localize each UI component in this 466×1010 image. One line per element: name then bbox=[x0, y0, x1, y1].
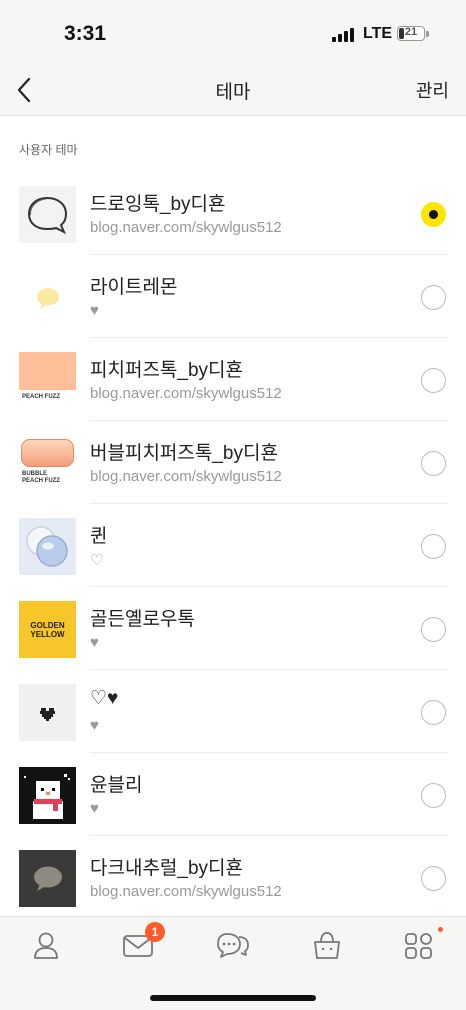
thumbnail-label: PEACH FUZZ bbox=[22, 394, 60, 400]
notification-dot bbox=[438, 927, 443, 932]
theme-radio[interactable] bbox=[421, 451, 446, 476]
theme-item[interactable]: ♡♥ ♥ bbox=[0, 670, 466, 753]
theme-subtitle: ♥ bbox=[90, 302, 99, 319]
theme-name: 피치퍼즈톡_by디횬 bbox=[90, 360, 243, 381]
network-label: LTE bbox=[363, 25, 393, 42]
theme-subtitle: ♥ bbox=[90, 800, 99, 817]
status-bar: 3:31 LTE 21 bbox=[0, 0, 466, 70]
theme-thumbnail bbox=[19, 518, 76, 575]
theme-name: 다크내추럴_by디횬 bbox=[90, 858, 243, 879]
theme-radio[interactable] bbox=[421, 617, 446, 642]
thumbnail-label: BUBBLE bbox=[22, 471, 47, 477]
theme-item[interactable]: 퀸 ♡ bbox=[0, 504, 466, 587]
section-label: 사용자 테마 bbox=[19, 143, 78, 157]
theme-thumbnail: PEACH FUZZ bbox=[19, 352, 76, 409]
top-area: 3:31 LTE 21 테마 관리 bbox=[0, 0, 466, 116]
pixel-heart-icon bbox=[40, 708, 55, 721]
theme-name: 골든옐로우톡 bbox=[90, 609, 195, 630]
tab-friends[interactable] bbox=[26, 925, 66, 965]
theme-item[interactable]: 드로잉톡_by디횬 blog.naver.com/skywlgus512 bbox=[0, 172, 466, 255]
theme-radio[interactable] bbox=[421, 368, 446, 393]
manage-button[interactable]: 관리 bbox=[416, 77, 449, 103]
theme-thumbnail bbox=[19, 767, 76, 824]
theme-subtitle: ♥ bbox=[90, 634, 99, 651]
openchat-icon bbox=[217, 933, 249, 958]
theme-name: 윤블리 bbox=[90, 775, 143, 796]
nav-bar: 테마 관리 bbox=[0, 70, 466, 110]
more-icon bbox=[405, 933, 432, 959]
theme-radio[interactable] bbox=[421, 700, 446, 725]
snowman-icon bbox=[24, 774, 70, 819]
thumbnail-label: GOLDEN bbox=[30, 621, 65, 630]
theme-item[interactable]: BUBBLE PEACH FUZZ 버블피치퍼즈톡_by디횬 blog.nave… bbox=[0, 421, 466, 504]
sketch-bubble-icon bbox=[27, 196, 68, 235]
theme-list: 드로잉톡_by디횬 blog.naver.com/skywlgus512 라이트… bbox=[0, 172, 466, 919]
theme-item[interactable]: GOLDEN YELLOW 골든옐로우톡 ♥ bbox=[0, 587, 466, 670]
theme-thumbnail bbox=[19, 269, 76, 326]
theme-subtitle: blog.naver.com/skywlgus512 bbox=[90, 883, 282, 900]
home-indicator bbox=[150, 995, 316, 1001]
theme-thumbnail: GOLDEN YELLOW bbox=[19, 601, 76, 658]
shopping-icon bbox=[314, 932, 340, 959]
theme-thumbnail bbox=[19, 850, 76, 907]
theme-subtitle: ♥ bbox=[90, 717, 99, 734]
theme-item[interactable]: 다크내추럴_by디횬 blog.naver.com/skywlgus512 bbox=[0, 836, 466, 919]
tab-openchat[interactable] bbox=[213, 925, 253, 965]
status-time: 3:31 bbox=[64, 22, 107, 45]
theme-subtitle: blog.naver.com/skywlgus512 bbox=[90, 468, 282, 485]
theme-radio[interactable] bbox=[421, 534, 446, 559]
chat-badge: 1 bbox=[145, 922, 165, 942]
theme-subtitle: blog.naver.com/skywlgus512 bbox=[90, 219, 282, 236]
friends-icon bbox=[34, 932, 58, 959]
theme-item[interactable]: PEACH FUZZ 피치퍼즈톡_by디횬 blog.naver.com/sky… bbox=[0, 338, 466, 421]
theme-name: 버블피치퍼즈톡_by디횬 bbox=[90, 443, 278, 464]
theme-subtitle: ♡ bbox=[90, 552, 104, 569]
glass-bubble-icon bbox=[26, 526, 68, 567]
thumbnail-label: PEACH FUZZ bbox=[22, 478, 60, 484]
theme-thumbnail bbox=[19, 186, 76, 243]
theme-name: 퀸 bbox=[90, 526, 108, 547]
tab-more[interactable] bbox=[399, 925, 439, 965]
page-title: 테마 bbox=[215, 82, 251, 103]
tab-shopping[interactable] bbox=[307, 925, 347, 965]
theme-name: ♡♥ bbox=[90, 688, 119, 709]
theme-item[interactable]: 라이트레몬 ♥ bbox=[0, 255, 466, 338]
theme-name: 드로잉톡_by디횬 bbox=[90, 194, 226, 215]
lemon-bubble-icon bbox=[37, 288, 59, 309]
battery-tip bbox=[426, 31, 429, 37]
theme-radio[interactable] bbox=[421, 866, 446, 891]
thumbnail-label: YELLOW bbox=[30, 630, 65, 639]
tab-bar: 1 bbox=[0, 916, 466, 1010]
battery-level: 21 bbox=[404, 26, 418, 38]
theme-name: 라이트레몬 bbox=[90, 277, 178, 298]
theme-item[interactable]: 윤블리 ♥ bbox=[0, 753, 466, 836]
theme-radio-selected[interactable] bbox=[421, 202, 446, 227]
theme-radio[interactable] bbox=[421, 783, 446, 808]
theme-radio[interactable] bbox=[421, 285, 446, 310]
battery-icon: 21 bbox=[397, 26, 425, 41]
signal-icon bbox=[332, 28, 356, 42]
dark-bubble-icon bbox=[34, 866, 62, 891]
theme-subtitle: blog.naver.com/skywlgus512 bbox=[90, 385, 282, 402]
theme-thumbnail: BUBBLE PEACH FUZZ bbox=[19, 435, 76, 492]
theme-thumbnail bbox=[19, 684, 76, 741]
